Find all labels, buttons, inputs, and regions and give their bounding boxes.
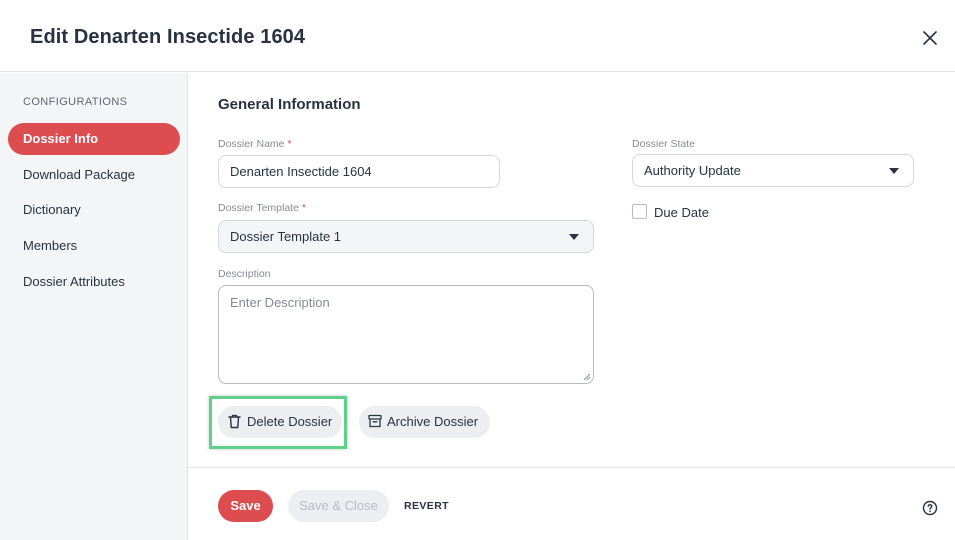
required-mark: *: [287, 138, 292, 150]
dossier-name-label-text: Dossier Name: [218, 138, 285, 150]
delete-dossier-button[interactable]: Delete Dossier: [218, 406, 342, 438]
sidebar: CONFIGURATIONS Dossier Info Download Pac…: [0, 73, 188, 540]
dossier-state-value: Authority Update: [644, 163, 741, 178]
required-mark: *: [301, 202, 306, 214]
resize-grip-icon[interactable]: [583, 373, 591, 381]
chevron-down-icon: [889, 168, 899, 174]
dossier-state-select[interactable]: Authority Update: [632, 154, 914, 187]
footer-divider: [188, 467, 955, 468]
save-button[interactable]: Save: [218, 490, 273, 522]
sidebar-item-download-package[interactable]: Download Package: [8, 159, 180, 191]
help-circle-icon[interactable]: [922, 500, 938, 516]
archive-dossier-label: Archive Dossier: [387, 414, 479, 429]
description-textarea[interactable]: Enter Description: [218, 285, 594, 384]
sidebar-item-dictionary[interactable]: Dictionary: [8, 194, 180, 226]
revert-button[interactable]: REVERT: [404, 500, 449, 512]
archive-icon: [368, 414, 382, 428]
close-icon[interactable]: [918, 26, 942, 50]
chevron-down-icon: [569, 234, 579, 240]
sidebar-item-dossier-attributes[interactable]: Dossier Attributes: [8, 266, 180, 298]
sidebar-item-dossier-info[interactable]: Dossier Info: [8, 123, 180, 155]
dossier-template-select[interactable]: Dossier Template 1: [218, 220, 594, 253]
delete-dossier-label: Delete Dossier: [247, 414, 333, 429]
dossier-state-label: Dossier State: [632, 138, 696, 150]
section-title: General Information: [218, 96, 361, 113]
description-label: Description: [218, 268, 271, 280]
dialog-header: Edit Denarten Insectide 1604: [0, 0, 955, 72]
dossier-template-value: Dossier Template 1: [230, 229, 342, 244]
dossier-name-input[interactable]: Denarten Insectide 1604: [218, 155, 500, 188]
trash-icon: [228, 414, 241, 429]
due-date-label: Due Date: [654, 205, 709, 220]
save-close-button: Save & Close: [288, 490, 389, 522]
description-placeholder: Enter Description: [230, 295, 330, 310]
dossier-name-label: Dossier Name *: [218, 138, 292, 150]
dialog-title: Edit Denarten Insectide 1604: [30, 26, 306, 48]
dossier-template-label-text: Dossier Template: [218, 202, 299, 214]
due-date-checkbox[interactable]: [632, 204, 647, 219]
sidebar-item-members[interactable]: Members: [8, 230, 180, 262]
dossier-template-label: Dossier Template *: [218, 202, 306, 214]
sidebar-section-label: CONFIGURATIONS: [23, 96, 128, 108]
archive-dossier-button[interactable]: Archive Dossier: [359, 406, 490, 438]
